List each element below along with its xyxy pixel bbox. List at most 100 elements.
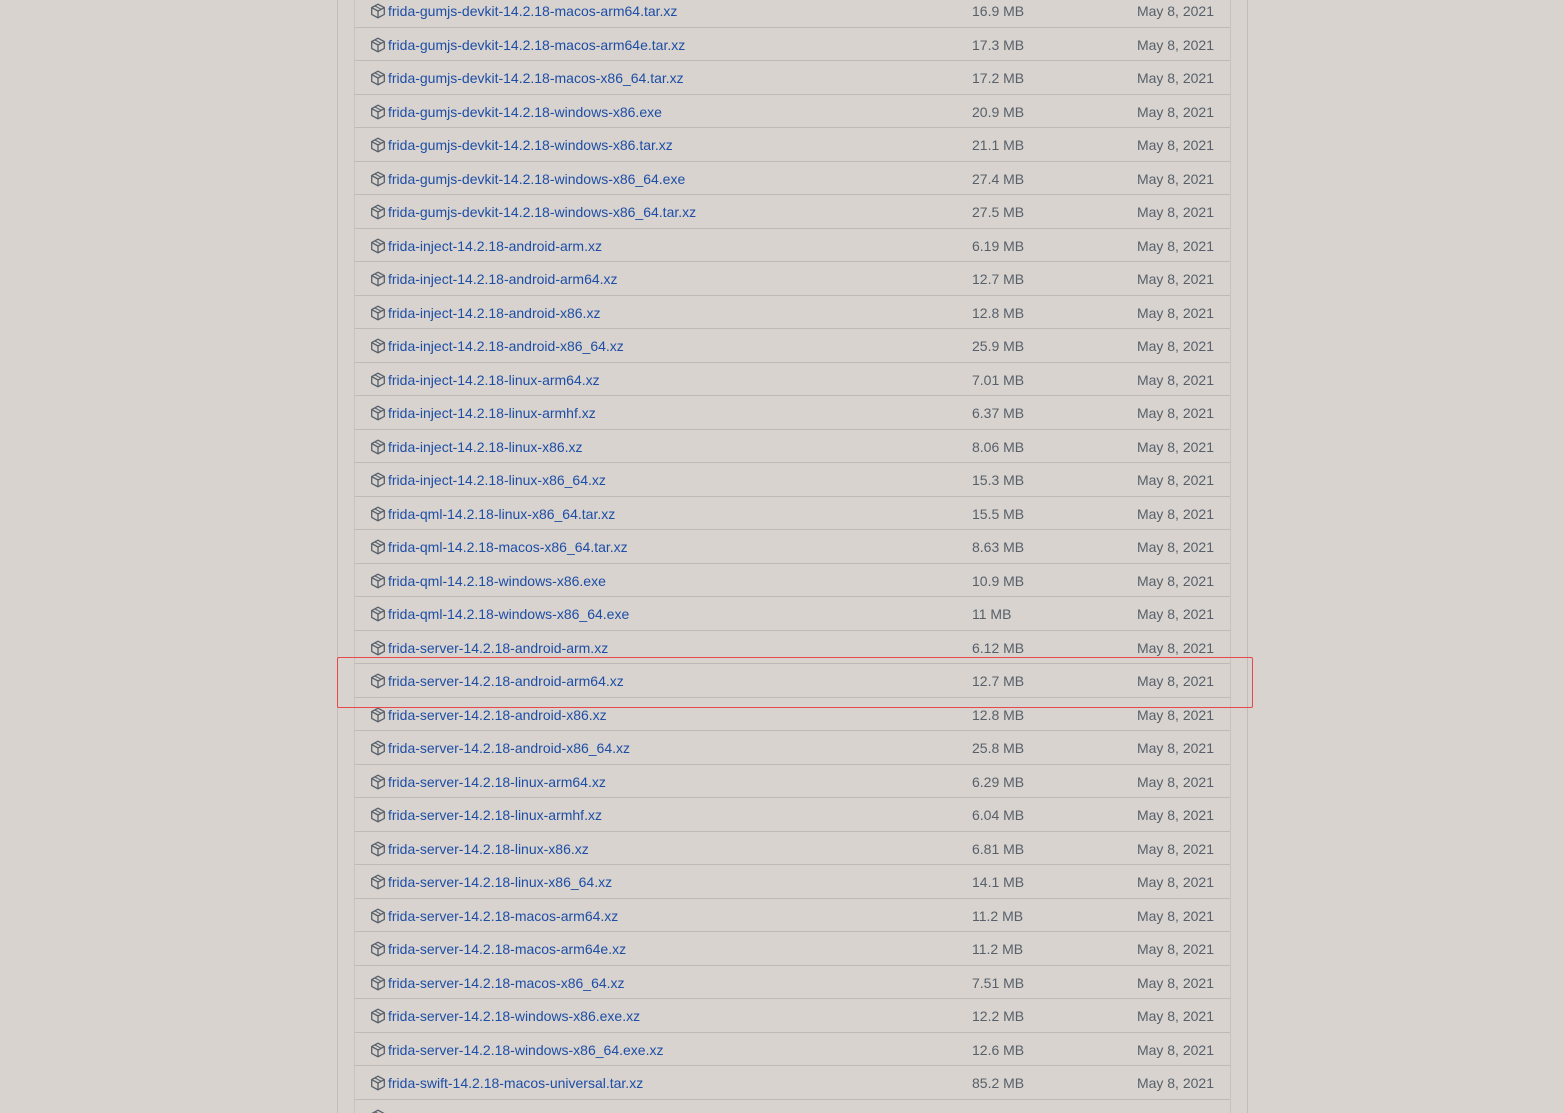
asset-download-link[interactable]: frida-gumjs-devkit-14.2.18-macos-x86_64.… xyxy=(388,69,684,87)
asset-date: May 8, 2021 xyxy=(1136,572,1214,589)
package-icon xyxy=(370,707,386,723)
asset-date: May 8, 2021 xyxy=(1136,204,1214,220)
asset-download-link[interactable]: frida-server-14.2.18-macos-x86_64.xz xyxy=(388,974,625,992)
asset-date: May 8, 2021 xyxy=(1136,70,1214,86)
asset-download-link[interactable]: frida-gumjs-devkit-14.2.18-windows-x86_6… xyxy=(388,170,685,188)
package-icon xyxy=(370,70,386,86)
asset-download-link[interactable]: frida-server-14.2.18-macos-arm64.xz xyxy=(388,907,618,925)
package-icon xyxy=(370,807,386,823)
asset-download-link[interactable]: frida-server-14.2.18-linux-arm64.xz xyxy=(388,773,606,791)
asset-download-link[interactable]: frida-gumjs-devkit-14.2.18-windows-x86_6… xyxy=(388,203,696,221)
package-icon xyxy=(370,874,386,890)
asset-date: May 8, 2021 xyxy=(1136,237,1214,254)
asset-download-link[interactable]: frida-qml-14.2.18-windows-x86_64.exe xyxy=(388,605,629,623)
asset-size: 12.8 MB xyxy=(972,706,1025,723)
asset-download-link[interactable]: frida-gumjs-devkit-14.2.18-windows-x86.e… xyxy=(388,103,662,121)
asset-row: frida-gumjs-devkit-14.2.18-windows-x86.e… xyxy=(355,95,1230,128)
asset-date: May 8, 2021 xyxy=(1136,304,1214,321)
asset-row: frida-server-14.2.18-windows-x86.exe.xz … xyxy=(355,999,1230,1033)
asset-download-link[interactable]: frida-server-14.2.18-android-arm.xz xyxy=(388,639,608,657)
asset-size: 12.2 MB xyxy=(972,1008,1025,1024)
asset-size: 6.19 MB xyxy=(972,237,1025,254)
asset-size: 11.2 MB xyxy=(972,941,1024,957)
asset-row: frida-server-14.2.18-linux-arm64.xz 6.29… xyxy=(355,765,1230,798)
asset-size: 12.7 MB xyxy=(972,673,1025,689)
asset-size: 6.12 MB xyxy=(972,639,1025,656)
asset-size: 6.81 MB xyxy=(972,840,1025,857)
release-assets-page: frida-gumjs-devkit-14.2.18-macos-arm64.t… xyxy=(0,0,1564,1113)
asset-download-link[interactable]: frida-inject-14.2.18-android-arm.xz xyxy=(388,237,602,255)
asset-download-link[interactable]: frida-server-14.2.18-linux-x86.xz xyxy=(388,840,589,858)
asset-row: frida-inject-14.2.18-android-x86.xz 12.8… xyxy=(355,296,1230,329)
asset-size: 25.8 MB xyxy=(972,740,1025,756)
asset-row: frida-gumjs-devkit-14.2.18-windows-x86_6… xyxy=(355,162,1230,195)
package-icon xyxy=(370,941,386,957)
asset-download-link[interactable]: frida-inject-14.2.18-android-arm64.xz xyxy=(388,270,618,288)
asset-download-link[interactable]: frida-inject-14.2.18-linux-x86_64.xz xyxy=(388,471,606,489)
asset-size: 6.37 MB xyxy=(972,405,1025,421)
package-icon xyxy=(370,37,386,53)
asset-date: May 8, 2021 xyxy=(1136,740,1214,756)
asset-date: May 8, 2021 xyxy=(1136,807,1214,823)
package-icon xyxy=(370,841,386,857)
package-icon xyxy=(370,673,386,689)
asset-row: frida-inject-14.2.18-linux-armhf.xz 6.37… xyxy=(355,396,1230,430)
asset-size: 15.3 MB xyxy=(972,472,1025,488)
asset-date: May 8, 2021 xyxy=(1136,3,1214,19)
asset-date: May 8, 2021 xyxy=(1136,974,1214,991)
asset-download-link[interactable]: frida-gumjs-devkit-14.2.18-macos-arm64.t… xyxy=(388,2,677,20)
asset-download-link[interactable]: frida-swift-14.2.18-macos-universal.tar.… xyxy=(388,1074,643,1092)
asset-download-link[interactable]: frida-server-14.2.18-windows-x86_64.exe.… xyxy=(388,1041,663,1059)
asset-download-link[interactable]: frida-server-14.2.18-android-x86_64.xz xyxy=(388,739,630,757)
asset-download-link[interactable]: frida-qml-14.2.18-windows-x86.exe xyxy=(388,572,606,590)
asset-date: May 8, 2021 xyxy=(1136,170,1214,187)
asset-download-link[interactable]: frida-server-14.2.18-linux-x86_64.xz xyxy=(388,873,612,891)
package-icon xyxy=(370,405,386,421)
asset-row: frida-server-14.2.18-macos-arm64.xz 11.2… xyxy=(355,899,1230,932)
package-icon xyxy=(370,204,386,220)
package-icon xyxy=(370,774,386,790)
asset-row: frida-qml-14.2.18-windows-x86.exe 10.9 M… xyxy=(355,564,1230,597)
asset-download-link[interactable]: frida-inject-14.2.18-android-x86.xz xyxy=(388,304,600,322)
asset-date: May 8, 2021 xyxy=(1136,539,1214,555)
asset-row: frida-gumjs-devkit-14.2.18-windows-x86_6… xyxy=(355,195,1230,229)
asset-date: May 8, 2021 xyxy=(1136,103,1214,120)
asset-download-link[interactable]: frida-inject-14.2.18-android-x86_64.xz xyxy=(388,337,624,355)
asset-date: May 8, 2021 xyxy=(1136,639,1214,656)
asset-download-link[interactable]: frida-inject-14.2.18-linux-x86.xz xyxy=(388,438,583,456)
asset-size: 16.9 MB xyxy=(972,3,1025,19)
asset-download-link[interactable]: frida-server-14.2.18-linux-armhf.xz xyxy=(388,806,602,824)
asset-download-link[interactable]: frida-server-14.2.18-windows-x86.exe.xz xyxy=(388,1007,640,1025)
asset-date: May 8, 2021 xyxy=(1136,405,1214,421)
asset-size: 15.5 MB xyxy=(972,505,1025,522)
asset-download-link[interactable]: frida-gumjs-devkit-14.2.18-macos-arm64e.… xyxy=(388,36,685,54)
package-icon xyxy=(370,238,386,254)
asset-row: frida-server-14.2.18-linux-x86.xz 6.81 M… xyxy=(355,832,1230,865)
asset-size: 6.29 MB xyxy=(972,773,1025,790)
package-icon xyxy=(370,137,386,153)
asset-size: 10.9 MB xyxy=(972,572,1025,589)
asset-download-link[interactable]: frida-qml-14.2.18-macos-x86_64.tar.xz xyxy=(388,538,628,556)
package-icon xyxy=(370,908,386,924)
asset-download-link[interactable]: frida-qml-14.2.18-linux-x86_64.tar.xz xyxy=(388,505,615,523)
package-icon xyxy=(370,975,386,991)
asset-date: May 8, 2021 xyxy=(1136,472,1214,488)
asset-row: frida-server-14.2.18-windows-x86_64.exe.… xyxy=(355,1033,1230,1066)
package-icon xyxy=(370,1008,386,1024)
asset-date: May 8, 2021 xyxy=(1136,773,1214,790)
asset-row: frida-qml-14.2.18-macos-x86_64.tar.xz 8.… xyxy=(355,530,1230,564)
asset-download-link[interactable]: frida-gumjs-devkit-14.2.18-windows-x86.t… xyxy=(388,136,673,154)
asset-date: May 8, 2021 xyxy=(1136,941,1214,957)
asset-download-link[interactable]: frida-server-14.2.18-android-arm64.xz xyxy=(388,672,624,690)
asset-row: frida-inject-14.2.18-android-x86_64.xz 2… xyxy=(355,329,1230,363)
asset-download-link[interactable]: frida-server-14.2.18-android-x86.xz xyxy=(388,706,607,724)
asset-date: May 8, 2021 xyxy=(1136,673,1214,689)
asset-download-link[interactable]: frida-server-14.2.18-macos-arm64e.xz xyxy=(388,940,626,958)
package-icon xyxy=(370,271,386,287)
asset-row: frida-server-14.2.18-linux-armhf.xz 6.04… xyxy=(355,798,1230,832)
asset-row: frida-server-14.2.18-macos-arm64e.xz 11.… xyxy=(355,932,1230,966)
asset-date: May 8, 2021 xyxy=(1136,505,1214,522)
asset-download-link[interactable]: frida-inject-14.2.18-linux-arm64.xz xyxy=(388,371,600,389)
asset-row: frida-server-14.2.18-linux-x86_64.xz 14.… xyxy=(355,865,1230,899)
asset-download-link[interactable]: frida-inject-14.2.18-linux-armhf.xz xyxy=(388,404,596,422)
